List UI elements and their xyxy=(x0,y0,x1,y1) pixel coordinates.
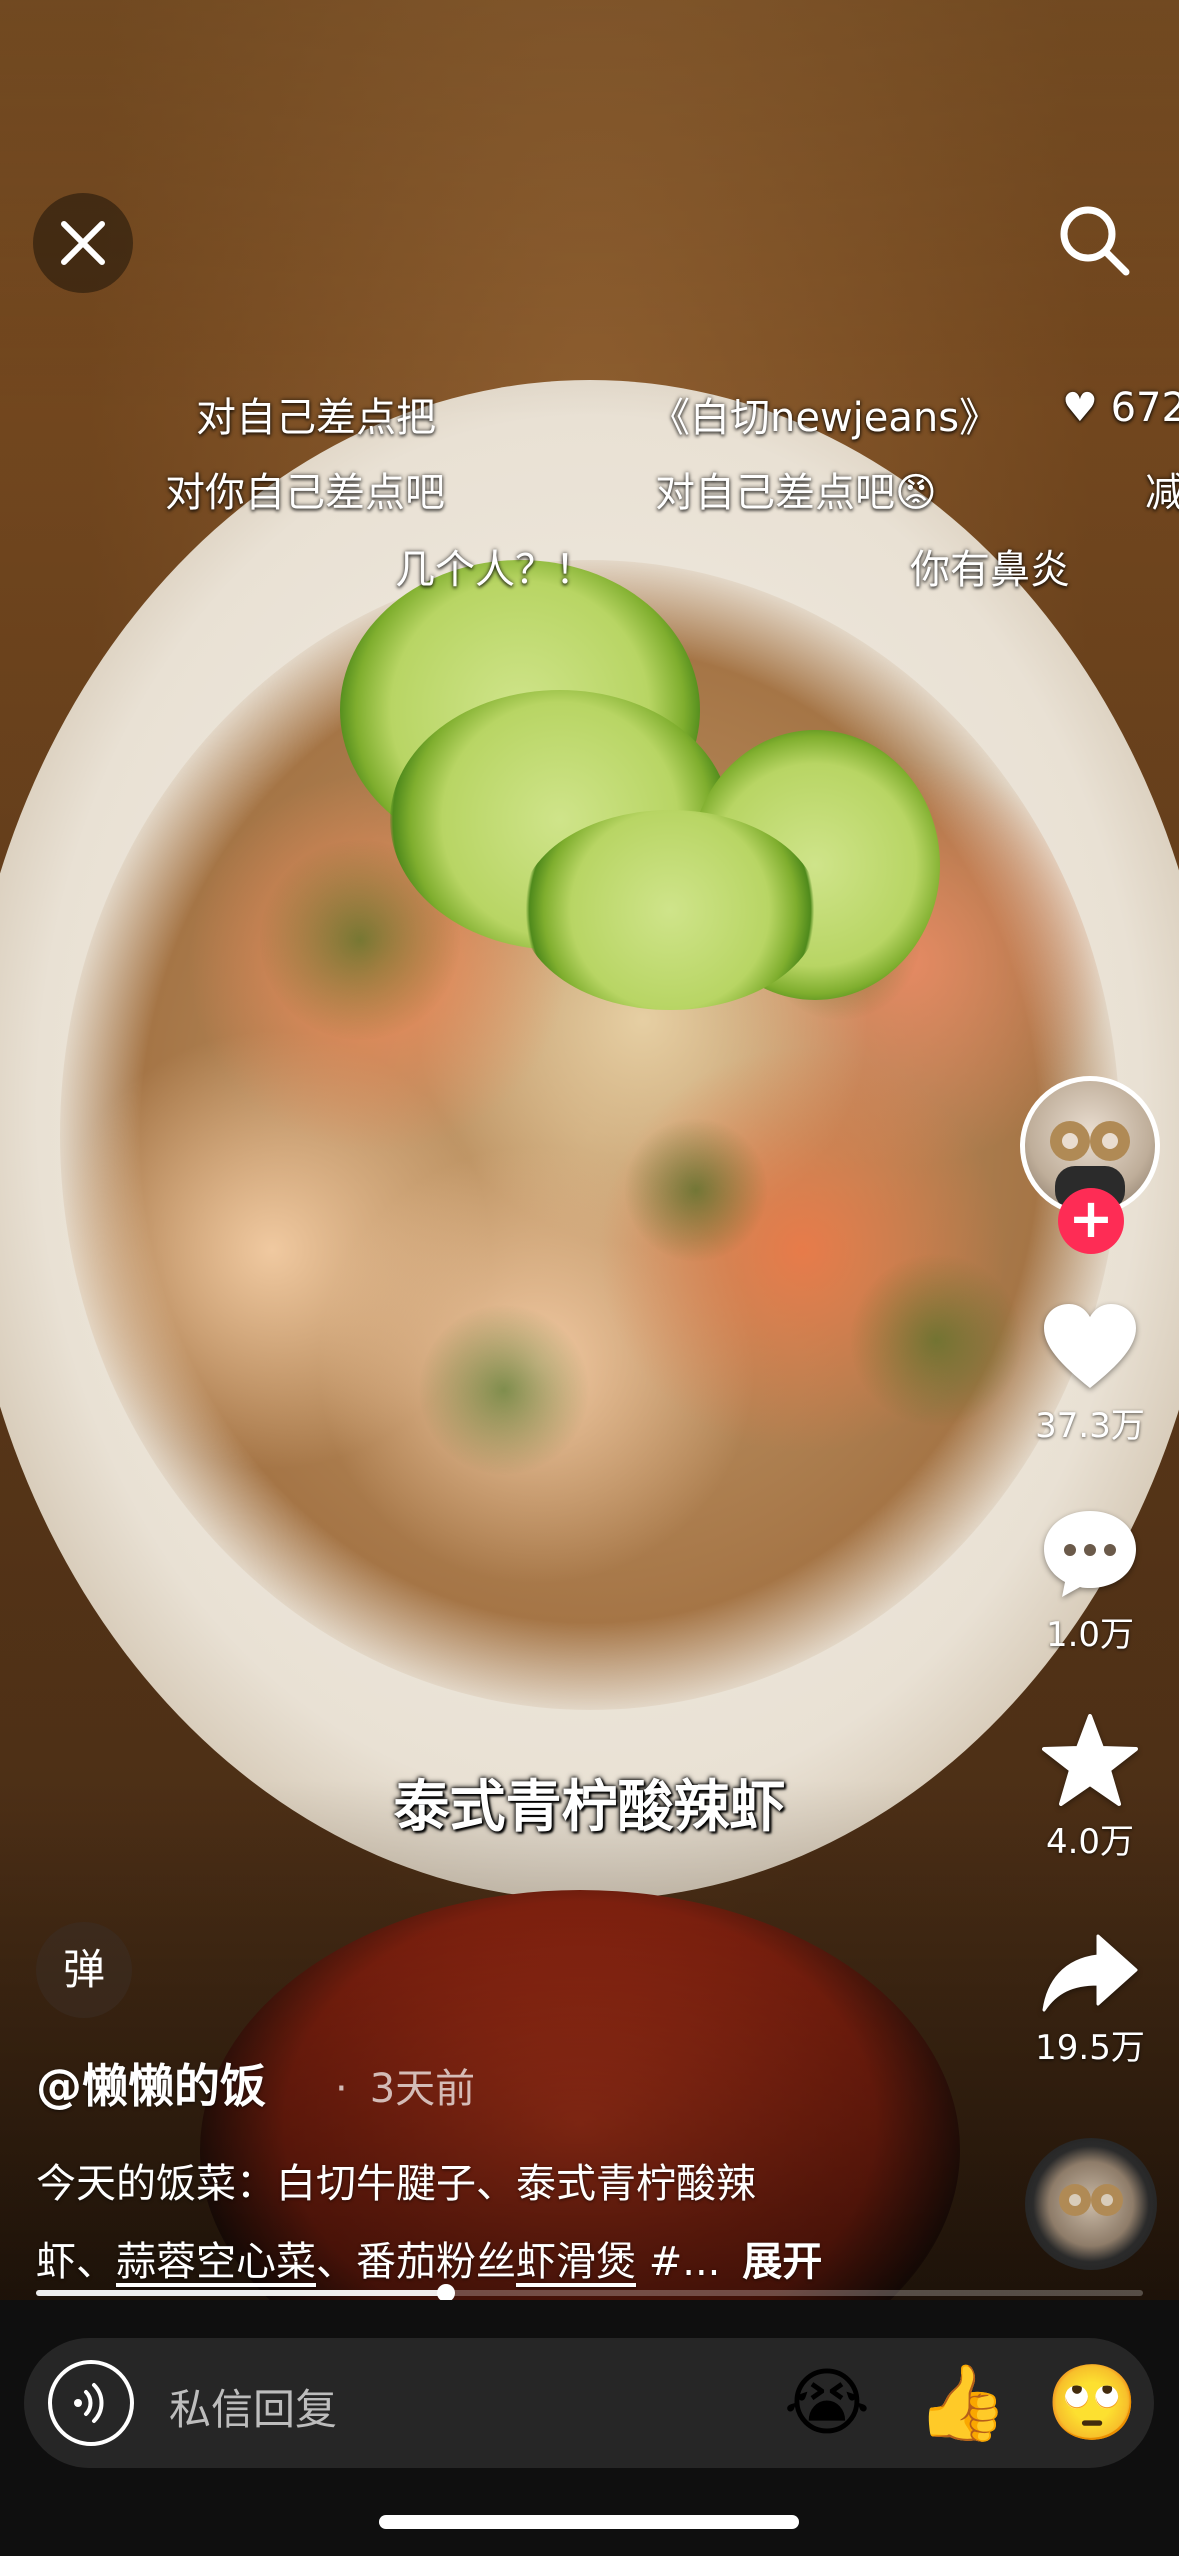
follow-button[interactable]: + xyxy=(1058,1188,1124,1254)
hashtag-link[interactable]: 虾滑煲 xyxy=(516,2239,636,2285)
lime-slice xyxy=(520,810,820,1010)
comment-count: 1.0万 xyxy=(1045,1615,1135,1655)
post-time: 3天前 xyxy=(335,2056,475,2114)
danmaku-comment: 你有鼻炎 xyxy=(910,547,1070,593)
comment-button[interactable]: 1.0万 xyxy=(1020,1505,1160,1656)
music-disc[interactable] xyxy=(1025,2138,1157,2270)
danmaku-comment: 对你自己差点吧 xyxy=(165,470,445,516)
share-button[interactable]: 19.5万 xyxy=(1020,1930,1160,2069)
danmaku-comment: 对自己差点把 xyxy=(196,395,436,441)
crying-emoji-button[interactable]: 😭 xyxy=(782,2358,872,2448)
danmaku-comment: 对自己差点吧😡 xyxy=(655,470,937,516)
progress-fill xyxy=(36,2290,446,2296)
video-subtitle: 泰式青柠酸辣虾 xyxy=(393,1775,786,1840)
danmaku-comment: 几个人？！ xyxy=(395,547,595,593)
favorite-button[interactable]: 4.0万 xyxy=(1020,1712,1160,1863)
reply-bar[interactable]: 私信回复 😭 👍 🙄 xyxy=(24,2338,1154,2468)
danmaku-like-comment: ♥ 672 xyxy=(1062,385,1179,431)
star-icon xyxy=(1042,1714,1138,1806)
danmaku-toggle-button[interactable]: 弹 xyxy=(36,1922,132,2018)
reply-input[interactable]: 私信回复 xyxy=(169,2376,337,2437)
voice-icon xyxy=(74,2383,104,2423)
favorite-count: 4.0万 xyxy=(1045,1822,1135,1862)
search-icon xyxy=(1060,206,1130,276)
post-description[interactable]: 今天的饭菜：白切牛腱子、泰式青柠酸辣 虾、蒜蓉空心菜、番茄粉丝虾滑煲 #... 展… xyxy=(36,2145,856,2301)
heart-icon xyxy=(1044,1304,1136,1388)
author-name[interactable]: @懒懒的饭 xyxy=(36,2050,266,2116)
close-button[interactable] xyxy=(33,193,133,293)
hashtag-link[interactable]: 蒜蓉空心菜 xyxy=(116,2239,316,2285)
desc-line-1: 今天的饭菜：白切牛腱子、泰式青柠酸辣 xyxy=(36,2161,756,2207)
like-button[interactable]: 37.3万 xyxy=(1020,1300,1160,1447)
desc-text: 、番茄粉丝 xyxy=(316,2239,516,2285)
danmaku-comment: 减 xyxy=(1145,470,1179,516)
desc-text: #... xyxy=(636,2239,721,2285)
music-cover-image xyxy=(1059,2184,1123,2216)
video-frame[interactable] xyxy=(0,0,1179,2410)
heart-icon: ♥ xyxy=(1062,385,1098,431)
eye-roll-emoji-button[interactable]: 🙄 xyxy=(1046,2358,1138,2448)
share-count: 19.5万 xyxy=(1035,2028,1145,2068)
voice-button[interactable] xyxy=(48,2360,134,2446)
search-button[interactable] xyxy=(1050,196,1140,286)
like-count: 37.3万 xyxy=(1035,1406,1145,1446)
top-gradient xyxy=(0,0,1179,420)
expand-button[interactable]: 展开 xyxy=(742,2239,822,2285)
share-icon xyxy=(1042,1934,1138,2012)
home-indicator xyxy=(379,2515,799,2529)
video-progress-bar[interactable] xyxy=(36,2284,1143,2302)
comment-icon xyxy=(1044,1511,1136,1597)
close-icon xyxy=(61,221,105,265)
thumbs-up-emoji-button[interactable]: 👍 xyxy=(916,2358,1008,2448)
danmaku-comment: 《白切newjeans》 xyxy=(650,395,1000,441)
desc-text: 虾、 xyxy=(36,2239,116,2285)
